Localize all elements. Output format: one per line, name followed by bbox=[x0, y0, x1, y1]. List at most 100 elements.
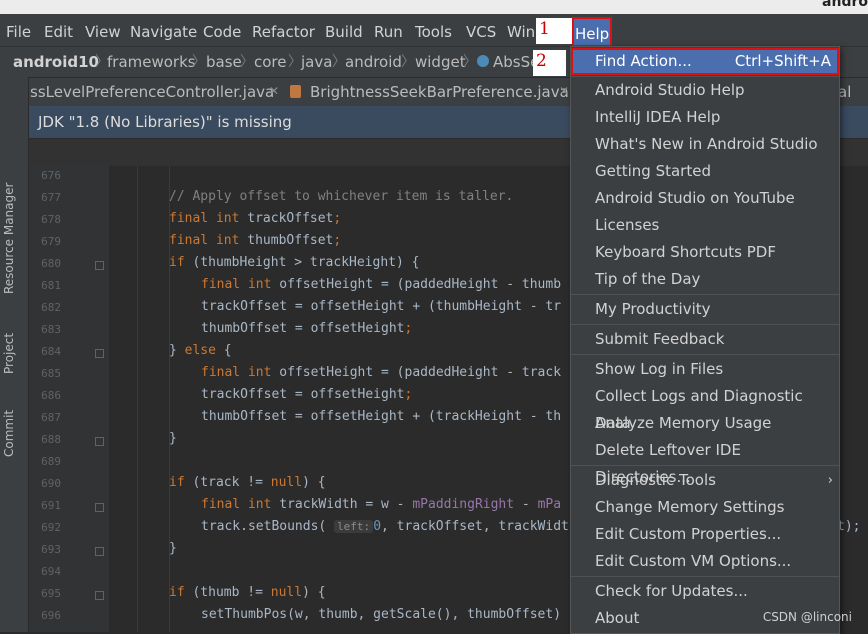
breadcrumb-item-base[interactable]: base bbox=[206, 47, 242, 77]
menu-item-android-studio-help[interactable]: Android Studio Help bbox=[571, 77, 839, 104]
menu-item-delete-leftover-dirs[interactable]: Delete Leftover IDE Directories... bbox=[571, 437, 839, 486]
breadcrumb-item-core[interactable]: core bbox=[254, 47, 287, 77]
menu-item-keyboard-shortcuts-pdf[interactable]: Keyboard Shortcuts PDF bbox=[571, 239, 839, 266]
menu-vcs[interactable]: VCS bbox=[466, 14, 496, 46]
line-number: 679 bbox=[41, 235, 61, 248]
class-icon bbox=[477, 55, 489, 67]
menu-item-show-log[interactable]: Show Log in Files bbox=[571, 356, 839, 383]
menu-item-tip-of-the-day[interactable]: Tip of the Day bbox=[571, 266, 839, 293]
menu-file[interactable]: File bbox=[6, 14, 31, 46]
menu-help[interactable]: Help bbox=[572, 17, 613, 47]
menu-refactor[interactable]: Refactor bbox=[252, 14, 315, 46]
line-number: 685 bbox=[41, 367, 61, 380]
breadcrumb-item-java[interactable]: java bbox=[301, 47, 332, 77]
menu-item-check-for-updates[interactable]: Check for Updates... bbox=[571, 578, 839, 605]
menu-item-label: Show Log in Files bbox=[595, 360, 724, 378]
fold-marker-icon[interactable] bbox=[95, 547, 104, 556]
menu-item-label: Diagnostic Tools bbox=[595, 471, 716, 489]
menu-view[interactable]: View bbox=[85, 14, 121, 46]
breadcrumb-separator-icon: 〉 bbox=[401, 54, 415, 70]
code-line: final int trackWidth = w - mPaddingRight… bbox=[201, 497, 562, 512]
tool-project[interactable]: Project bbox=[2, 333, 16, 374]
menu-item-diagnostic-tools[interactable]: Diagnostic Tools › bbox=[571, 467, 839, 494]
code-line: trackOffset = offsetHeight + (thumbHeigh… bbox=[201, 299, 562, 314]
menu-item-submit-feedback[interactable]: Submit Feedback bbox=[571, 326, 839, 353]
breadcrumb-item-android10[interactable]: android10 bbox=[13, 47, 99, 77]
breadcrumb-item-frameworks[interactable]: frameworks bbox=[107, 47, 196, 77]
line-number: 696 bbox=[41, 609, 61, 622]
menu-bar: File Edit View Navigate Code Refactor Bu… bbox=[0, 14, 868, 47]
code-line: } bbox=[169, 431, 177, 446]
fold-marker-icon[interactable] bbox=[95, 437, 104, 446]
menu-run[interactable]: Run bbox=[374, 14, 403, 46]
menu-item-licenses[interactable]: Licenses bbox=[571, 212, 839, 239]
code-line: } else { bbox=[169, 343, 232, 358]
menu-item-shortcut: Ctrl+Shift+A bbox=[734, 52, 831, 70]
code-line: final int thumbOffset; bbox=[169, 233, 342, 248]
tool-resource-manager[interactable]: Resource Manager bbox=[2, 183, 16, 294]
close-icon[interactable]: ✕ bbox=[559, 84, 569, 98]
menu-item-label: Submit Feedback bbox=[595, 330, 725, 348]
menu-item-find-action[interactable]: Find Action... Ctrl+Shift+A bbox=[571, 48, 839, 75]
menu-item-analyze-memory[interactable]: Analyze Memory Usage bbox=[571, 410, 839, 437]
line-number: 692 bbox=[41, 521, 61, 534]
code-line: } bbox=[169, 541, 177, 556]
menu-item-change-memory-settings[interactable]: Change Memory Settings bbox=[571, 494, 839, 521]
menu-item-label: Tip of the Day bbox=[595, 270, 701, 288]
line-number: 691 bbox=[41, 499, 61, 512]
tab-level-preference-controller[interactable]: ssLevelPreferenceController.java bbox=[30, 78, 274, 106]
menu-item-collect-logs[interactable]: Collect Logs and Diagnostic Data bbox=[571, 383, 839, 432]
fold-marker-icon[interactable] bbox=[95, 261, 104, 270]
fold-marker-icon[interactable] bbox=[95, 591, 104, 600]
code-line: setThumbPos(w, thumb, getScale(), thumbO… bbox=[201, 607, 562, 622]
menu-item-youtube[interactable]: Android Studio on YouTube bbox=[571, 185, 839, 212]
menu-code[interactable]: Code bbox=[203, 14, 241, 46]
menu-navigate[interactable]: Navigate bbox=[130, 14, 197, 46]
menu-item-label: My Productivity bbox=[595, 300, 711, 318]
line-number: 690 bbox=[41, 477, 61, 490]
menu-item-label: Edit Custom VM Options... bbox=[595, 552, 792, 570]
line-number: 684 bbox=[41, 345, 61, 358]
menu-divider bbox=[571, 294, 839, 295]
tab-brightness-seekbar-preference[interactable]: BrightnessSeekBarPreference.java bbox=[310, 78, 569, 106]
window-title: andro bbox=[822, 0, 868, 10]
menu-item-edit-custom-vm-options[interactable]: Edit Custom VM Options... bbox=[571, 548, 839, 575]
chevron-right-icon: › bbox=[827, 473, 833, 488]
line-number: 678 bbox=[41, 213, 61, 226]
line-number: 682 bbox=[41, 301, 61, 314]
menu-build[interactable]: Build bbox=[325, 14, 363, 46]
menu-item-label: Edit Custom Properties... bbox=[595, 525, 782, 543]
menu-divider bbox=[571, 354, 839, 355]
menu-item-whats-new[interactable]: What's New in Android Studio bbox=[571, 131, 839, 158]
menu-edit[interactable]: Edit bbox=[44, 14, 73, 46]
tab-overflow[interactable]: al bbox=[838, 78, 851, 106]
breadcrumb-separator-icon: 〉 bbox=[240, 54, 254, 70]
menu-item-intellij-idea-help[interactable]: IntelliJ IDEA Help bbox=[571, 104, 839, 131]
breadcrumb-separator-icon: 〉 bbox=[332, 54, 346, 70]
line-number: 695 bbox=[41, 587, 61, 600]
code-line: thumbOffset = offsetHeight; bbox=[201, 321, 413, 336]
menu-item-label: Check for Updates... bbox=[595, 582, 748, 600]
close-icon[interactable]: ✕ bbox=[269, 84, 279, 98]
line-number: 676 bbox=[41, 169, 61, 182]
code-line-tail: t); bbox=[837, 519, 861, 534]
fold-marker-icon[interactable] bbox=[95, 349, 104, 358]
code-line: track.setBounds( left: 0, trackOffset, tr… bbox=[201, 519, 577, 534]
menu-tools[interactable]: Tools bbox=[415, 14, 452, 46]
breadcrumb-item-widget[interactable]: widget bbox=[415, 47, 466, 77]
breadcrumb-separator-icon: 〉 bbox=[463, 54, 477, 70]
java-file-icon bbox=[290, 85, 301, 98]
line-number: 686 bbox=[41, 389, 61, 402]
line-number: 680 bbox=[41, 257, 61, 270]
menu-item-edit-custom-properties[interactable]: Edit Custom Properties... bbox=[571, 521, 839, 548]
line-number: 683 bbox=[41, 323, 61, 336]
menu-item-getting-started[interactable]: Getting Started bbox=[571, 158, 839, 185]
menu-divider bbox=[571, 465, 839, 466]
breadcrumb-item-android[interactable]: android bbox=[345, 47, 402, 77]
tool-commit[interactable]: Commit bbox=[2, 410, 16, 457]
fold-marker-icon[interactable] bbox=[95, 503, 104, 512]
code-line: final int trackOffset; bbox=[169, 211, 342, 226]
menu-item-label: Change Memory Settings bbox=[595, 498, 785, 516]
watermark: CSDN @linconi bbox=[762, 610, 852, 624]
menu-item-my-productivity[interactable]: My Productivity bbox=[571, 296, 839, 323]
